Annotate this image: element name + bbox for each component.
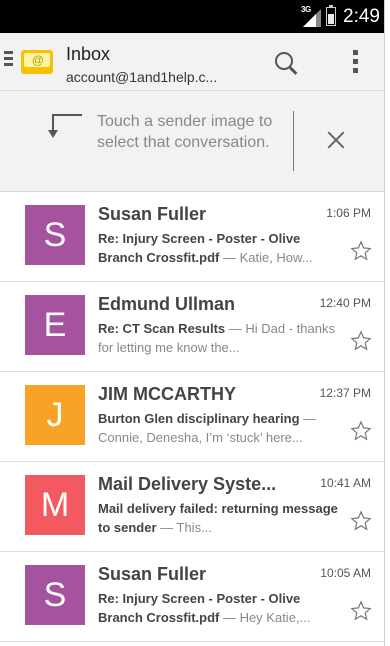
message-time: 12:37 PM: [319, 386, 371, 400]
battery-icon: [326, 5, 336, 26]
message-subject: Re: CT Scan Results: [98, 321, 226, 336]
conversation-row[interactable]: E Edmund Ullman 12:40 PM Re: CT Scan Res…: [0, 282, 384, 372]
message-time: 12:40 PM: [319, 296, 371, 310]
message-time: 1:06 PM: [326, 206, 371, 220]
message-time: 10:41 AM: [320, 476, 371, 490]
sender-name: Susan Fuller: [98, 204, 207, 224]
message-snippet: — Katie, How...: [219, 250, 313, 265]
arrow-icon: [46, 114, 82, 138]
conversation-list: S Susan Fuller 1:06 PM Re: Injury Screen…: [0, 192, 384, 642]
sender-avatar[interactable]: S: [25, 565, 85, 625]
conversation-row[interactable]: S Susan Fuller 10:05 AM Re: Injury Scree…: [0, 552, 384, 642]
star-icon[interactable]: [350, 420, 372, 442]
account-label: account@1and1help.c...: [66, 69, 218, 85]
message-preview: Burton Glen disciplinary hearing — Conni…: [98, 409, 346, 447]
message-snippet: — This...: [156, 520, 212, 535]
status-bar: 3G 2:49: [0, 0, 384, 33]
sender-name: JIM MCCARTHY: [98, 384, 236, 404]
sender-avatar[interactable]: J: [25, 385, 85, 445]
conversation-row[interactable]: M Mail Delivery Syste... 10:41 AM Mail d…: [0, 462, 384, 552]
message-time: 10:05 AM: [320, 566, 371, 580]
tip-banner: Touch a sender image to select that conv…: [0, 91, 384, 192]
message-preview: Re: Injury Screen - Poster - Olive Branc…: [98, 589, 346, 627]
menu-icon[interactable]: [4, 51, 13, 71]
sender-name: Susan Fuller: [98, 564, 207, 584]
tip-divider: [293, 111, 294, 171]
tip-text: Touch a sender image to select that conv…: [97, 113, 273, 151]
message-snippet: — Hey Katie,...: [219, 610, 311, 625]
star-icon[interactable]: [350, 510, 372, 532]
message-preview: Re: Injury Screen - Poster - Olive Branc…: [98, 229, 346, 267]
message-subject: Burton Glen disciplinary hearing: [98, 411, 300, 426]
sender-avatar[interactable]: S: [25, 205, 85, 265]
star-icon[interactable]: [350, 330, 372, 352]
overflow-menu-button[interactable]: [348, 50, 362, 76]
star-icon[interactable]: [350, 240, 372, 262]
search-button[interactable]: [272, 49, 302, 77]
signal-icon: 3G: [301, 5, 323, 27]
conversation-row[interactable]: J JIM MCCARTHY 12:37 PM Burton Glen disc…: [0, 372, 384, 462]
clock: 2:49: [343, 6, 380, 27]
mail-app-icon[interactable]: [19, 46, 55, 78]
page-title: Inbox: [66, 44, 111, 64]
sender-name: Edmund Ullman: [98, 294, 236, 314]
sender-name: Mail Delivery Syste...: [98, 474, 277, 494]
message-subject: Mail delivery failed: returning message …: [98, 501, 338, 535]
sender-avatar[interactable]: E: [25, 295, 85, 355]
message-preview: Mail delivery failed: returning message …: [98, 499, 346, 537]
action-bar: Inbox account@1and1help.c...: [0, 33, 384, 91]
app-frame: 3G 2:49 Inbox account@1and1help.c... Tou…: [0, 0, 385, 646]
close-icon[interactable]: [325, 129, 347, 151]
star-icon[interactable]: [350, 600, 372, 622]
conversation-row[interactable]: S Susan Fuller 1:06 PM Re: Injury Screen…: [0, 192, 384, 282]
sender-avatar[interactable]: M: [25, 475, 85, 535]
message-preview: Re: CT Scan Results — Hi Dad - thanks fo…: [98, 319, 346, 357]
